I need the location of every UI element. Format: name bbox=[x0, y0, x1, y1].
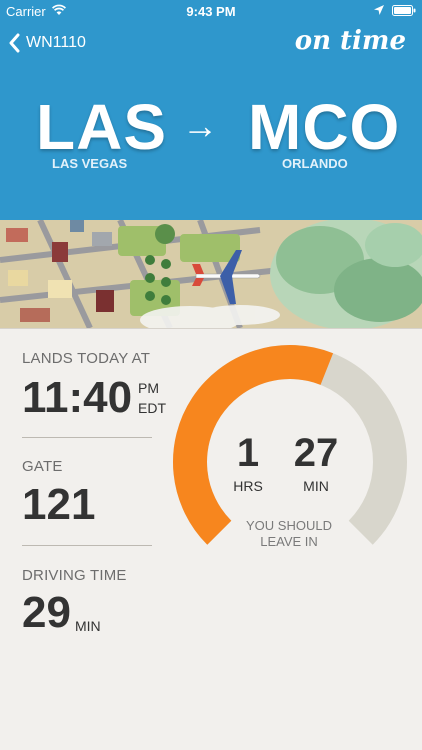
countdown-hours-unit: HRS bbox=[233, 478, 263, 494]
divider bbox=[22, 545, 152, 546]
leave-caption-line2: LEAVE IN bbox=[260, 534, 318, 549]
back-button[interactable]: WN1110 bbox=[8, 30, 86, 56]
countdown-hours: 1 bbox=[236, 431, 260, 475]
route: LAS LAS VEGAS → MCO ORLANDO bbox=[0, 92, 422, 182]
driving-time-unit: MIN bbox=[75, 618, 101, 634]
leave-in-caption: YOU SHOULD LEAVE IN bbox=[222, 518, 356, 550]
countdown-minutes-unit: MIN bbox=[303, 478, 329, 494]
brand-logo: on time bbox=[294, 26, 406, 56]
header: Carrier 9:43 PM WN1110 on time LAS LAS V… bbox=[0, 0, 422, 220]
landing-ampm: PM bbox=[138, 380, 159, 396]
chevron-left-icon bbox=[9, 33, 20, 53]
origin-city: LAS VEGAS bbox=[52, 156, 128, 171]
lands-label: LANDS TODAY AT bbox=[22, 350, 151, 367]
driving-time-value: 29 bbox=[22, 588, 71, 637]
destination-code: MCO bbox=[248, 91, 401, 163]
battery-icon bbox=[392, 5, 416, 16]
location-arrow-icon bbox=[374, 5, 384, 15]
gate-label: GATE bbox=[22, 458, 63, 475]
driving-time-label: DRIVING TIME bbox=[22, 567, 127, 584]
leave-caption-line1: YOU SHOULD bbox=[246, 518, 332, 533]
destination-city: ORLANDO bbox=[282, 156, 348, 171]
landing-time: 11:40 bbox=[22, 373, 133, 422]
divider bbox=[22, 437, 152, 438]
origin-code: LAS bbox=[36, 91, 167, 163]
panel-divider bbox=[0, 328, 422, 329]
status-bar: Carrier 9:43 PM bbox=[0, 0, 422, 22]
landing-timezone: EDT bbox=[138, 400, 166, 416]
map-illustration bbox=[0, 220, 422, 328]
countdown-minutes: 27 bbox=[293, 431, 339, 475]
gate-number: 121 bbox=[22, 480, 96, 529]
flight-number: WN1110 bbox=[26, 34, 86, 51]
status-time: 9:43 PM bbox=[186, 4, 236, 19]
route-arrow: → bbox=[182, 105, 218, 146]
